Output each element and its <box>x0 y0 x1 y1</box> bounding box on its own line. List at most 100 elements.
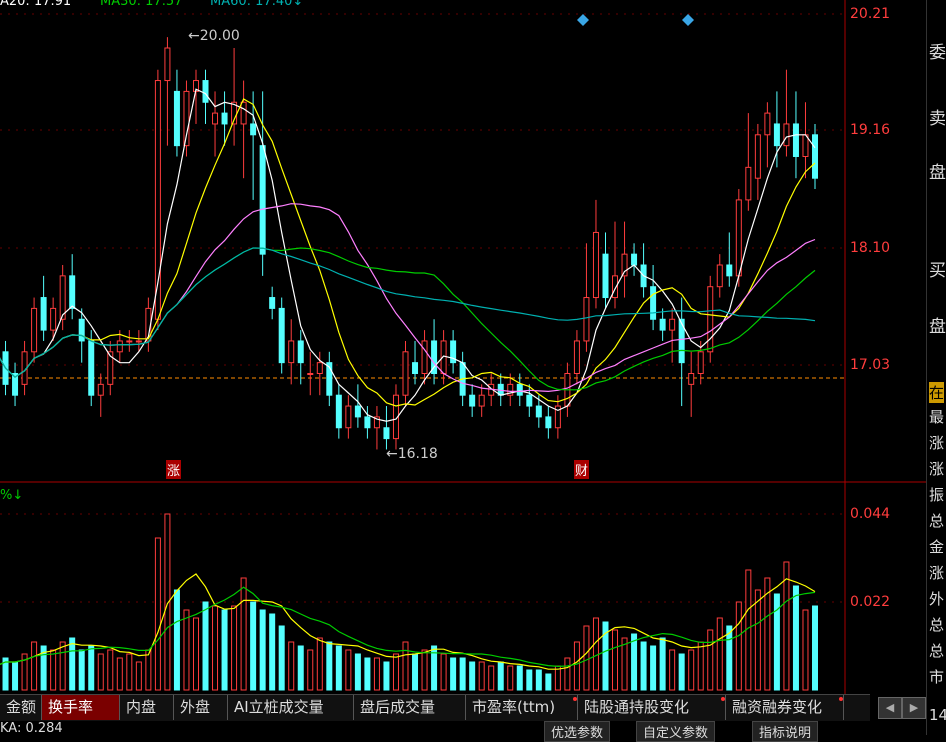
tab-next-button[interactable]: ▶ <box>902 697 926 719</box>
turnover-bar-23 <box>212 605 219 691</box>
candle-body-30 <box>278 307 285 364</box>
candle-body-34 <box>316 362 323 374</box>
candle-body-77 <box>726 264 733 277</box>
turnover-bar-56 <box>526 669 533 691</box>
turnover-bar-26 <box>240 577 247 691</box>
turnover-bar-35 <box>326 641 333 691</box>
turnover-bar-32 <box>297 645 304 691</box>
turnover-bar-38 <box>354 653 361 691</box>
custom-params-button[interactable]: 自定义参数 <box>636 721 716 742</box>
candle-body-14 <box>126 340 133 343</box>
tab-4[interactable]: AI立桩成交量 <box>228 695 354 720</box>
side-label-10: 总 <box>929 512 945 530</box>
info-diamond-1 <box>682 14 694 26</box>
turnover-bar-16 <box>145 649 152 691</box>
candle-body-71 <box>669 318 676 331</box>
candle-body-22 <box>202 80 209 103</box>
turnover-bar-50 <box>469 661 476 691</box>
turnover-bar-27 <box>250 601 257 691</box>
tab-0[interactable]: 金额 <box>0 695 42 720</box>
turnover-bar-2 <box>12 661 19 691</box>
turnover-bar-9 <box>78 649 85 691</box>
side-label-4: 盘 <box>929 317 946 337</box>
preferred-params-button[interactable]: 优选参数 <box>544 721 611 742</box>
turnover-bar-71 <box>669 649 676 691</box>
candle-body-6 <box>50 307 57 331</box>
event-marker-cai[interactable]: 财 <box>574 460 590 479</box>
turnover-bar-72 <box>678 653 685 691</box>
tab-8[interactable]: 融资融券变化 <box>726 695 844 720</box>
side-label-9: 振 <box>929 486 945 504</box>
turnover-bar-14 <box>126 653 133 691</box>
side-label-15: 总 <box>929 642 945 660</box>
candle-body-26 <box>240 101 247 125</box>
tab-dot-6 <box>573 697 577 701</box>
candle-body-82 <box>773 123 780 147</box>
candle-body-9 <box>78 318 85 342</box>
indicator-help-button[interactable]: 指标说明 <box>752 721 819 742</box>
side-label-11: 金 <box>929 538 945 556</box>
candle-body-79 <box>745 166 752 201</box>
candle-body-15 <box>135 340 142 343</box>
kline-chart[interactable] <box>0 0 926 694</box>
high-price-label: ←20.00 <box>188 28 240 44</box>
candle-body-44 <box>412 362 419 374</box>
event-marker-zhang[interactable]: 涨 <box>166 460 182 479</box>
turnover-bar-48 <box>450 657 457 691</box>
candle-body-37 <box>345 405 352 429</box>
tab-7[interactable]: 陆股通持股变化 <box>578 695 726 720</box>
turnover-bar-41 <box>383 661 390 691</box>
turnover-bar-42 <box>392 653 399 691</box>
candle-body-69 <box>650 286 657 320</box>
candle-body-10 <box>88 340 95 396</box>
candle-body-76 <box>716 264 723 288</box>
turnover-bar-29 <box>269 613 276 691</box>
info-diamond-0 <box>577 14 589 26</box>
header-ma30: MA30: 17.57 <box>100 0 183 9</box>
turnover-bar-86 <box>812 605 818 691</box>
vol-axis-1: 0.044 <box>850 506 891 522</box>
side-label-16: 市 <box>929 668 945 686</box>
candle-body-4 <box>31 307 38 353</box>
turnover-bar-49 <box>459 657 466 691</box>
turnover-bar-34 <box>316 637 323 691</box>
turnover-bar-44 <box>412 653 419 691</box>
vol-axis-2: 0.022 <box>850 594 891 610</box>
turnover-bar-33 <box>307 649 314 691</box>
candle-body-62 <box>583 297 590 342</box>
candle-body-39 <box>364 416 371 429</box>
turnover-bar-37 <box>345 649 352 691</box>
turnover-bar-30 <box>278 625 285 691</box>
turnover-bar-66 <box>621 637 628 691</box>
toggle-arrow-icon[interactable]: ↓ <box>292 0 303 9</box>
turnover-bar-61 <box>573 641 580 691</box>
turnover-bar-4 <box>31 641 38 691</box>
turnover-bar-47 <box>440 653 447 691</box>
candle-body-51 <box>478 394 485 407</box>
indicator-tab-bar: 金额 换手率 内盘 外盘 AI立桩成交量 盘后成交量 市盈率(ttm) 陆股通持股变化 融资融券… <box>0 694 870 721</box>
turnover-bar-74 <box>697 641 704 691</box>
turnover-bar-75 <box>707 629 714 691</box>
tab-3[interactable]: 外盘 <box>174 695 228 720</box>
price-axis-2: 19.16 <box>850 122 891 138</box>
turnover-bar-58 <box>545 673 552 691</box>
turnover-bar-22 <box>202 601 209 691</box>
indicator-value: KA: 0.284 <box>0 721 63 736</box>
tab-6[interactable]: 市盈率(ttm) <box>466 695 578 720</box>
turnover-bar-45 <box>421 649 428 691</box>
candle-body-38 <box>354 405 361 418</box>
turnover-bar-62 <box>583 625 590 691</box>
tab-1[interactable]: 换手率 <box>42 695 120 720</box>
turnover-bar-8 <box>69 637 76 691</box>
price-axis-1: 20.21 <box>850 6 891 22</box>
side-label-8: 涨 <box>929 460 945 478</box>
candle-body-73 <box>688 373 695 385</box>
quote-side-panel: 委卖盘买盘在最涨涨振总金涨外总总市 14 <box>926 0 946 735</box>
tab-prev-button[interactable]: ◀ <box>878 697 902 719</box>
turnover-bar-69 <box>650 645 657 691</box>
candle-body-23 <box>212 112 219 125</box>
turnover-bar-60 <box>564 657 571 691</box>
tab-5[interactable]: 盘后成交量 <box>354 695 466 720</box>
turnover-bar-13 <box>116 657 123 691</box>
tab-2[interactable]: 内盘 <box>120 695 174 720</box>
